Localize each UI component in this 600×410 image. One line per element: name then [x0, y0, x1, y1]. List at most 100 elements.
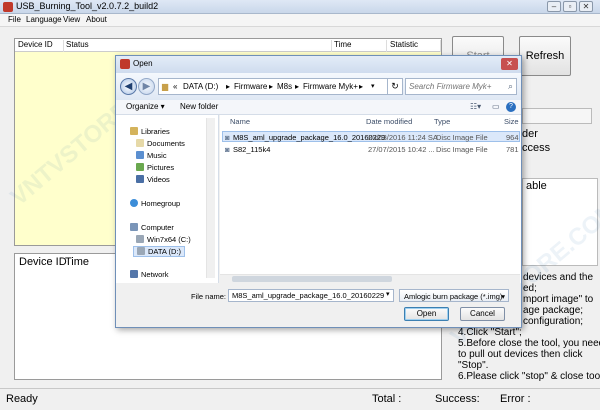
- menu-view[interactable]: View: [63, 15, 80, 24]
- breadcrumb[interactable]: ▆ « DATA (D:) ▸ Firmware ▸ M8s ▸ Firmwar…: [158, 78, 394, 95]
- status-bar: Ready Total : Success: Error :: [0, 388, 600, 410]
- instruction-line: "Stop".: [458, 360, 489, 371]
- close-icon[interactable]: ✕: [579, 1, 593, 12]
- preview-pane-icon[interactable]: ▭: [492, 102, 500, 111]
- col-device-id[interactable]: Device ID: [18, 40, 64, 52]
- breadcrumb-data-d[interactable]: DATA (D:): [183, 82, 218, 91]
- new-folder-button[interactable]: New folder: [180, 102, 218, 111]
- nav-item-documents[interactable]: Documents: [136, 139, 185, 148]
- computer-icon: [130, 223, 138, 231]
- breadcrumb-dropdown-icon[interactable]: ▾: [371, 82, 375, 90]
- dialog-toolbar: Organize ▾ New folder ☷▾ ▭ ?: [116, 100, 521, 115]
- instruction-line: 4.Click "Start";: [458, 327, 522, 338]
- menu-file[interactable]: File: [8, 15, 21, 24]
- breadcrumb-firmware-myk[interactable]: Firmware Myk+: [303, 82, 358, 91]
- dialog-close-icon[interactable]: ✕: [501, 58, 518, 70]
- documents-icon: [136, 139, 144, 147]
- search-box[interactable]: ⌕: [405, 78, 517, 95]
- file-name-dropdown-icon[interactable]: ▾: [386, 290, 390, 298]
- dialog-titlebar[interactable]: Open ✕: [116, 56, 521, 73]
- refresh-icon[interactable]: ↻: [387, 78, 403, 95]
- file-date: 23/03/2016 11:24 SA: [368, 133, 438, 142]
- view-options-icon[interactable]: ☷▾: [470, 102, 481, 111]
- dialog-title: Open: [133, 59, 153, 68]
- menu-about[interactable]: About: [86, 15, 107, 24]
- organize-button[interactable]: Organize ▾: [126, 102, 165, 111]
- file-name: S82_115k4: [233, 145, 271, 154]
- drive-icon: [136, 235, 144, 243]
- nav-item-libraries[interactable]: Libraries: [130, 127, 170, 136]
- nav-pane-scrollbar[interactable]: [206, 118, 215, 278]
- nav-item-computer[interactable]: Computer: [130, 223, 174, 232]
- file-row[interactable]: ◙ M8S_aml_upgrade_package_16.0_20160229 …: [222, 131, 520, 142]
- folder-icon: ▆: [162, 82, 169, 91]
- log-col-time[interactable]: Time: [65, 256, 89, 268]
- videos-icon: [136, 175, 144, 183]
- menu-bar: File Language View About: [0, 14, 600, 27]
- app-icon: [3, 2, 13, 12]
- label-fragment-ccess: ccess: [522, 142, 551, 154]
- breadcrumb-m8s[interactable]: M8s: [277, 82, 292, 91]
- scroll-thumb[interactable]: [232, 276, 392, 282]
- libraries-icon: [130, 127, 138, 135]
- file-date: 27/07/2015 10:42 ...: [368, 145, 435, 154]
- nav-item-data-d[interactable]: DATA (D:): [133, 246, 186, 257]
- dialog-app-icon: [120, 59, 130, 69]
- refresh-button[interactable]: Refresh: [519, 36, 571, 76]
- disc-image-icon: ◙: [225, 145, 230, 154]
- open-button[interactable]: Open: [404, 307, 449, 321]
- nav-item-network[interactable]: Network: [130, 270, 169, 279]
- col-time[interactable]: Time: [332, 40, 387, 52]
- status-ready: Ready: [6, 393, 38, 405]
- file-list-hscrollbar[interactable]: [220, 274, 520, 283]
- music-icon: [136, 151, 144, 159]
- label-fragment-able: able: [526, 180, 547, 192]
- navigation-pane[interactable]: Libraries Documents Music Pictures Video…: [116, 115, 219, 283]
- help-icon[interactable]: ?: [506, 102, 516, 112]
- breadcrumb-firmware[interactable]: Firmware: [234, 82, 267, 91]
- col-type[interactable]: Type: [434, 117, 450, 126]
- col-name[interactable]: Name: [230, 117, 250, 126]
- col-status[interactable]: Status: [64, 40, 332, 52]
- nav-item-music[interactable]: Music: [136, 151, 167, 160]
- disc-image-icon: ◙: [225, 133, 230, 142]
- right-panel-box: able: [522, 178, 598, 266]
- col-size[interactable]: Size: [504, 117, 519, 126]
- nav-item-win7x64[interactable]: Win7x64 (C:): [136, 235, 191, 244]
- nav-item-videos[interactable]: Videos: [136, 175, 170, 184]
- col-statistic[interactable]: Statistic: [387, 40, 441, 52]
- instruction-line: to pull out devices then click: [458, 349, 583, 360]
- pictures-icon: [136, 163, 144, 171]
- minimize-icon[interactable]: –: [547, 1, 561, 12]
- search-input[interactable]: [406, 79, 504, 94]
- file-size: 781: [506, 145, 519, 154]
- file-list[interactable]: Name Date modified Type Size ◙ M8S_aml_u…: [220, 115, 521, 283]
- device-table-header: Device ID Status Time Statistic: [15, 39, 441, 52]
- drive-icon: [137, 247, 145, 255]
- nav-item-pictures[interactable]: Pictures: [136, 163, 174, 172]
- back-arrow-icon[interactable]: ◀: [120, 78, 137, 95]
- open-dialog[interactable]: Open ✕ ◀ ▶ ▆ « DATA (D:) ▸ Firmware ▸ M8…: [115, 55, 522, 328]
- dialog-nav-bar: ◀ ▶ ▆ « DATA (D:) ▸ Firmware ▸ M8s ▸ Fir…: [116, 73, 521, 100]
- forward-arrow-icon[interactable]: ▶: [138, 78, 155, 95]
- search-icon[interactable]: ⌕: [508, 81, 513, 92]
- breadcrumb-overflow[interactable]: «: [173, 82, 177, 91]
- file-size: 964: [506, 133, 519, 142]
- instruction-line: 5.Before close the tool, you need: [458, 338, 600, 349]
- window-title: USB_Burning_Tool_v2.0.7.2_build2: [16, 1, 159, 11]
- col-date-modified[interactable]: Date modified: [366, 117, 412, 126]
- file-row[interactable]: ◙ S82_115k4 27/07/2015 10:42 ... Disc Im…: [222, 144, 520, 155]
- log-col-device-id[interactable]: Device ID: [19, 256, 67, 268]
- cancel-button[interactable]: Cancel: [460, 307, 505, 321]
- nav-item-homegroup[interactable]: Homegroup: [130, 199, 180, 208]
- file-name-input[interactable]: [228, 289, 394, 302]
- instruction-line: 6.Please click "stop" & close tool: [458, 371, 600, 382]
- status-success: Success:: [435, 393, 480, 405]
- config-dropdown[interactable]: [522, 108, 592, 124]
- file-type: Disc Image File: [436, 133, 488, 142]
- file-type-select[interactable]: Amlogic burn package (*.img) ▾: [399, 289, 509, 302]
- menu-language[interactable]: Language: [26, 15, 62, 24]
- file-name: M8S_aml_upgrade_package_16.0_20160229: [233, 133, 386, 142]
- network-icon: [130, 270, 138, 278]
- maximize-icon[interactable]: ▫: [563, 1, 577, 12]
